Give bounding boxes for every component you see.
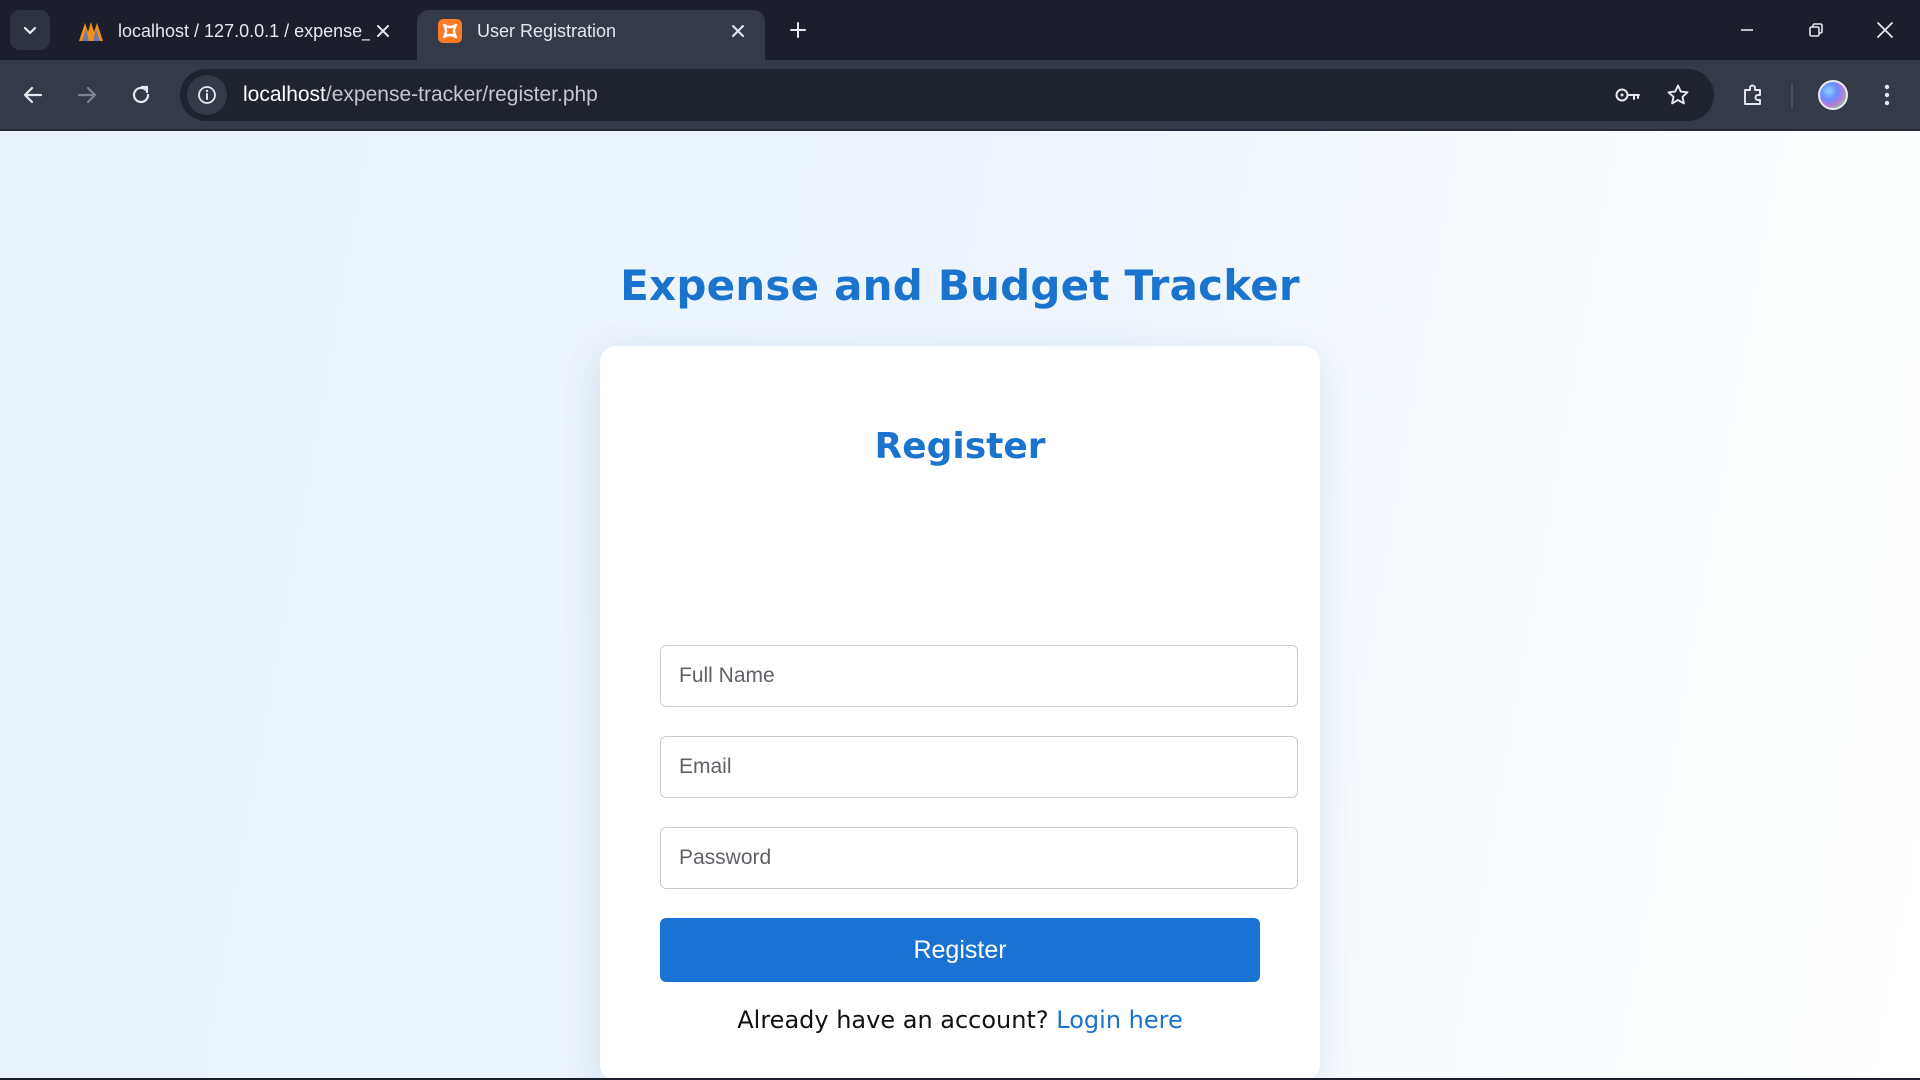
- tab-user-registration[interactable]: User Registration: [417, 10, 765, 60]
- chevron-down-icon: [23, 26, 37, 35]
- more-vertical-icon: [1884, 84, 1890, 106]
- full-name-input[interactable]: [660, 645, 1298, 707]
- bookmark-star-icon[interactable]: [1658, 75, 1698, 115]
- xampp-icon: [437, 18, 463, 44]
- forward-button[interactable]: [66, 74, 108, 116]
- profile-button[interactable]: [1812, 74, 1854, 116]
- close-window-button[interactable]: [1852, 0, 1918, 60]
- browser-toolbar: localhost/expense-tracker/register.php: [0, 60, 1920, 131]
- reload-button[interactable]: [120, 74, 162, 116]
- page-content: Expense and Budget Tracker Register Regi…: [0, 131, 1920, 1080]
- extensions-button[interactable]: [1732, 74, 1774, 116]
- password-input[interactable]: [660, 827, 1298, 889]
- site-info-icon[interactable]: [187, 75, 227, 115]
- url-path: /expense-tracker/register.php: [325, 83, 598, 106]
- minimize-button[interactable]: [1714, 0, 1780, 60]
- password-key-icon[interactable]: [1608, 75, 1648, 115]
- close-icon: [1877, 22, 1893, 38]
- minimize-icon: [1741, 29, 1753, 31]
- plus-icon: [790, 22, 806, 38]
- address-bar[interactable]: localhost/expense-tracker/register.php: [180, 69, 1714, 121]
- tab-search-button[interactable]: [10, 10, 50, 50]
- arrow-right-icon: [77, 86, 97, 104]
- url-text[interactable]: localhost/expense-tracker/register.php: [243, 83, 598, 107]
- email-input[interactable]: [660, 736, 1298, 798]
- register-card: Register Register Already have an accoun…: [600, 346, 1320, 1080]
- toolbar-divider: [1791, 84, 1793, 108]
- arrow-left-icon: [23, 86, 43, 104]
- new-tab-button[interactable]: [780, 12, 816, 48]
- tab-strip: localhost / 127.0.0.1 / expense_ User Re…: [0, 0, 1920, 60]
- puzzle-icon: [1744, 84, 1761, 105]
- tab-phpmyadmin[interactable]: localhost / 127.0.0.1 / expense_: [58, 10, 410, 60]
- register-button[interactable]: Register: [660, 918, 1260, 982]
- login-prompt-text: Already have an account?: [737, 1006, 1049, 1034]
- app-title: Expense and Budget Tracker: [620, 261, 1300, 310]
- avatar: [1818, 80, 1848, 110]
- reload-icon: [132, 85, 150, 104]
- restore-icon: [1809, 23, 1823, 37]
- form-title: Register: [874, 426, 1046, 467]
- tab-title: User Registration: [477, 20, 617, 41]
- menu-button[interactable]: [1866, 74, 1908, 116]
- login-link[interactable]: Login here: [1056, 1006, 1182, 1034]
- back-button[interactable]: [12, 74, 54, 116]
- login-prompt: Already have an account? Login here: [600, 1006, 1320, 1034]
- close-icon[interactable]: [370, 18, 396, 44]
- url-host: localhost: [243, 83, 326, 106]
- restore-button[interactable]: [1783, 0, 1849, 60]
- tab-title: localhost / 127.0.0.1 / expense_: [118, 20, 370, 41]
- close-icon[interactable]: [725, 18, 751, 44]
- phpmyadmin-icon: [78, 18, 104, 44]
